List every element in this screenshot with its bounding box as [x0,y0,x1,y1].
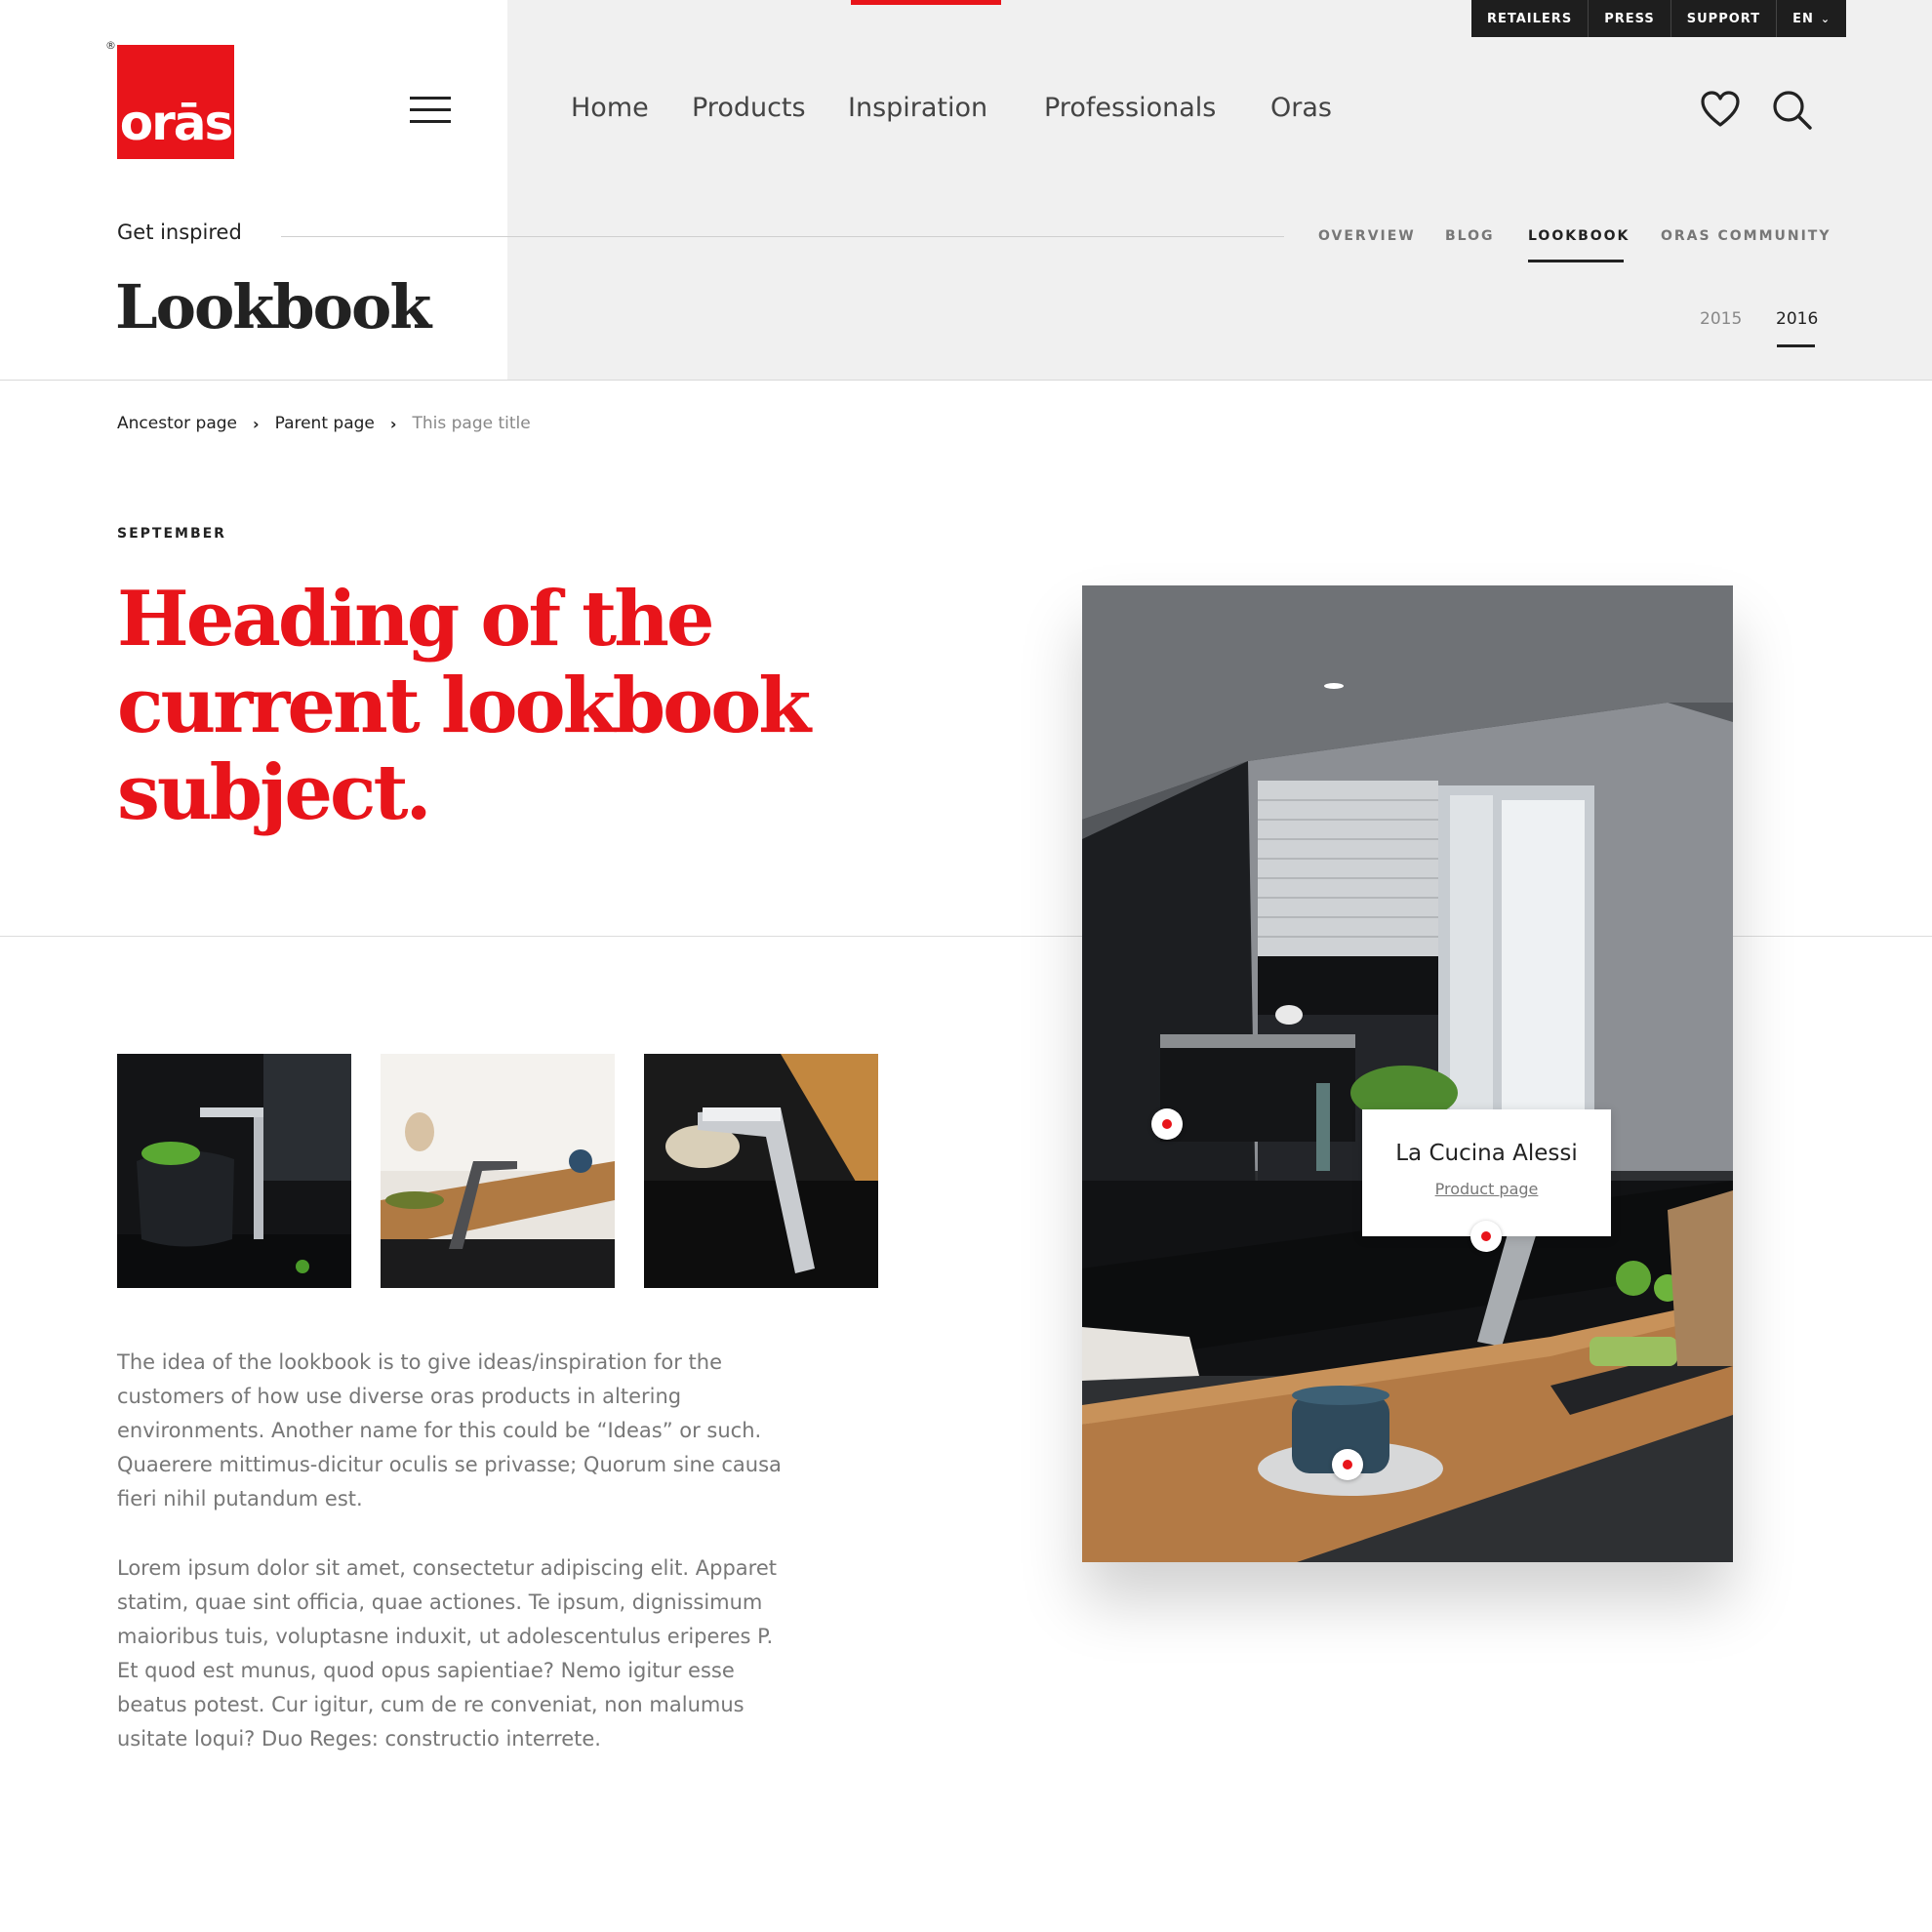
hotspot-marker[interactable] [1332,1449,1363,1480]
chevron-right-icon: › [389,414,397,433]
article-heading: Heading of the current lookbook subject. [117,576,859,836]
product-page-link[interactable]: Product page [1435,1180,1539,1198]
header-divider [0,380,1932,381]
nav-oras[interactable]: Oras [1270,93,1332,123]
utility-nav: RETAILERS PRESS SUPPORT EN ⌄ [1471,0,1847,37]
page-title: Lookbook [115,271,431,342]
thumbnail-kitchen-faucet-1[interactable] [117,1054,351,1288]
utility-link-press[interactable]: PRESS [1589,0,1671,37]
chevron-right-icon: › [252,414,260,433]
section-label: Get inspired [117,221,242,244]
heading-line: current lookbook [117,662,811,750]
article-paragraph-2: Lorem ipsum dolor sit amet, consectetur … [117,1556,777,1751]
thumbnail-kitchen-faucet-2[interactable] [381,1054,615,1288]
product-tooltip: La Cucina Alessi Product page [1362,1109,1611,1236]
year-2015[interactable]: 2015 [1700,309,1742,329]
active-tab-underline [1528,260,1624,262]
search-icon[interactable] [1772,90,1813,131]
chevron-down-icon: ⌄ [1820,12,1831,25]
heading-line: Heading of the [117,575,715,664]
tab-oras-community[interactable]: ORAS COMMUNITY [1661,228,1831,244]
nav-inspiration[interactable]: Inspiration [848,93,987,123]
oras-logo[interactable]: orās [117,45,234,159]
hotspot-marker[interactable] [1151,1108,1183,1140]
nav-professionals[interactable]: Professionals [1044,93,1216,123]
hamburger-icon[interactable] [410,97,451,124]
tab-blog[interactable]: BLOG [1445,228,1495,244]
tab-lookbook[interactable]: LOOKBOOK [1528,228,1630,244]
heading-line: subject. [117,748,432,837]
nav-home[interactable]: Home [571,93,649,123]
article-paragraph-1: The idea of the lookbook is to give idea… [117,1350,782,1510]
year-2016[interactable]: 2016 [1776,309,1818,329]
utility-link-retailers[interactable]: RETAILERS [1471,0,1590,37]
nav-products[interactable]: Products [692,93,806,123]
registered-mark: ® [105,39,116,52]
logo-text: orās [119,95,234,151]
utility-link-support[interactable]: SUPPORT [1671,0,1778,37]
section-divider [281,236,1284,237]
tooltip-title: La Cucina Alessi [1395,1141,1578,1166]
tab-overview[interactable]: OVERVIEW [1318,228,1416,244]
breadcrumb-current: This page title [412,414,531,433]
heart-icon[interactable] [1700,90,1741,131]
breadcrumb-parent[interactable]: Parent page [275,414,375,433]
language-label: EN [1792,11,1814,26]
breadcrumb-ancestor[interactable]: Ancestor page [117,414,237,433]
active-nav-indicator [851,0,1001,5]
hotspot-marker-active[interactable] [1470,1221,1502,1252]
active-year-underline [1777,344,1815,347]
language-selector[interactable]: EN ⌄ [1777,0,1846,37]
thumbnail-kitchen-faucet-3[interactable] [644,1054,878,1288]
breadcrumb: Ancestor page › Parent page › This page … [117,414,531,433]
lookbook-hero-image [1082,585,1733,1562]
article-month: SEPTEMBER [117,526,226,542]
